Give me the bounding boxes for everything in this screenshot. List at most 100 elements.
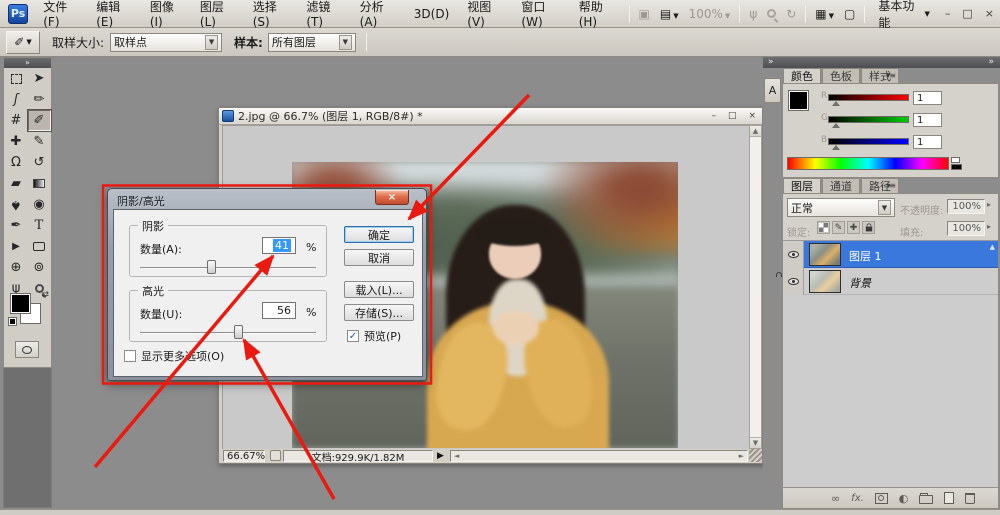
app-minimize-button[interactable]: – [939,7,957,20]
panel-menu-icon[interactable]: ▾≡ [886,181,895,190]
fill-field[interactable]: 100% [947,221,985,236]
app-maximize-button[interactable]: □ [956,7,978,20]
zoom-percentage-field[interactable]: 66.67% [223,450,265,462]
highlight-slider-thumb[interactable] [234,325,243,339]
menu-select[interactable]: 选择(S) [244,3,298,25]
black-swatch[interactable] [951,164,962,170]
dialog-close-button[interactable]: × [375,190,409,205]
slider-thumb-icon[interactable] [832,101,840,106]
collapse-dock-icon[interactable]: » [768,57,774,67]
green-channel-slider[interactable] [828,116,909,123]
document-title-bar[interactable]: 2.jpg @ 66.7% (图层 1, RGB/8#) * – □ × [219,108,762,125]
new-layer-icon[interactable] [944,492,954,504]
layer-thumbnail[interactable] [809,243,841,266]
slider-thumb-icon[interactable] [832,145,840,150]
scroll-down-icon[interactable]: ▼ [750,437,761,448]
delete-layer-icon[interactable] [965,493,975,504]
blend-mode-select[interactable]: 正常 ▼ [787,198,895,217]
menu-help[interactable]: 帮助(H) [570,3,625,25]
lock-transparency-icon[interactable] [817,221,830,234]
resize-grip[interactable] [749,449,762,462]
new-group-icon[interactable] [919,495,933,504]
doc-maximize-button[interactable]: □ [722,111,743,121]
layer-thumbnail[interactable] [809,270,841,293]
color-spectrum-ramp[interactable] [787,157,949,170]
gradient-tool[interactable] [28,173,51,194]
link-layers-icon[interactable]: ∞ [831,492,840,505]
scroll-up-icon[interactable]: ▲ [750,126,761,137]
menu-edit[interactable]: 编辑(E) [87,3,141,25]
vertical-scrollbar[interactable]: ▲ ▼ [749,125,762,449]
lock-all-icon[interactable] [862,221,875,234]
highlight-amount-slider[interactable] [140,332,316,333]
3d-rotate-tool[interactable]: ⊕ [5,257,28,278]
menu-analysis[interactable]: 分析(A) [351,3,405,25]
app-close-button[interactable]: × [979,7,1000,20]
opacity-spinner-icon[interactable]: ▸ [987,200,991,209]
3d-orbit-tool[interactable]: ⊚ [28,257,51,278]
default-colors-icon[interactable] [9,318,16,325]
preview-checkbox[interactable]: ✓ [347,330,359,342]
visibility-toggle[interactable] [783,268,804,295]
tool-preset-picker[interactable]: ✐ ▼ [6,31,40,54]
screen-mode-icon[interactable]: ▢ [839,7,860,21]
menu-file[interactable]: 文件(F) [34,3,87,25]
swap-colors-icon[interactable]: ⇄ [41,290,49,300]
quick-mask-button[interactable] [15,341,39,358]
eyedropper-tool-selected[interactable]: ✐ [28,110,51,131]
foreground-color-swatch[interactable] [789,91,808,110]
add-mask-icon[interactable] [875,493,888,504]
white-swatch[interactable] [951,157,960,163]
lock-position-icon[interactable]: ✚ [847,221,860,234]
workspace-switcher[interactable]: 基本功能 ▼ [869,3,938,25]
status-menu-arrow-icon[interactable]: ▶ [437,451,444,461]
sample-select[interactable]: 所有图层 ▼ [268,33,356,52]
doc-minimize-button[interactable]: – [705,111,722,121]
crop-tool[interactable]: # [5,110,28,131]
blur-tool[interactable]: ♠ [5,194,28,215]
scroll-up-icon[interactable]: ▲ [990,243,995,251]
eraser-tool[interactable]: ▰ [5,173,28,194]
clone-stamp-tool[interactable]: Ω [5,152,28,173]
layer-name[interactable]: 图层 1 [849,248,882,264]
highlight-amount-input[interactable]: 56 [262,302,296,319]
save-button[interactable]: 存储(S)... [344,304,414,321]
tab-channels[interactable]: 通道 [822,178,860,193]
load-button[interactable]: 载入(L)... [344,281,414,298]
view-extras-icon[interactable]: ▤▼ [655,7,684,21]
tab-layers[interactable]: 图层 [783,178,821,193]
opacity-field[interactable]: 100% [947,199,985,214]
horizontal-scrollbar[interactable]: ◄ ► [450,450,748,462]
slider-thumb-icon[interactable] [832,123,840,128]
collapse-dock-icon[interactable]: » [988,57,994,67]
status-icon[interactable] [270,450,281,461]
menu-view[interactable]: 视图(V) [458,3,512,25]
shadow-amount-input[interactable]: 41 [262,237,296,254]
shadow-amount-slider[interactable] [140,267,316,268]
layer-row-selected[interactable]: 图层 1 ▲ [783,241,998,268]
blue-channel-slider[interactable] [828,138,909,145]
shadow-slider-thumb[interactable] [207,260,216,274]
panel-menu-icon[interactable]: ▾≡ [886,71,895,80]
shape-tool[interactable] [28,236,51,257]
foreground-color-swatch[interactable] [11,294,30,313]
doc-close-button[interactable]: × [742,111,762,121]
move-tool[interactable]: ➤ [28,68,51,89]
tab-swatches[interactable]: 色板 [822,68,860,83]
ok-button[interactable]: 确定 [344,226,414,243]
layer-row-background[interactable]: 背景 [783,268,998,295]
layer-style-fx-icon[interactable]: fx. [851,493,864,504]
fill-spinner-icon[interactable]: ▸ [987,222,991,231]
path-selection-tool[interactable]: ▶ [5,236,28,257]
blue-value-field[interactable]: 1 [913,135,942,149]
brush-tool[interactable]: ✎ [28,131,51,152]
arrange-documents-icon[interactable]: ▦▼ [810,7,839,21]
layer-name[interactable]: 背景 [849,275,871,291]
cancel-button[interactable]: 取消 [344,249,414,266]
pen-tool[interactable]: ✒ [5,215,28,236]
lock-pixels-icon[interactable]: ✎ [832,221,845,234]
quick-selection-tool[interactable]: ✏ [28,89,51,110]
visibility-toggle[interactable] [783,241,804,268]
show-more-options-checkbox[interactable] [124,350,136,362]
menu-image[interactable]: 图像(I) [141,3,191,25]
